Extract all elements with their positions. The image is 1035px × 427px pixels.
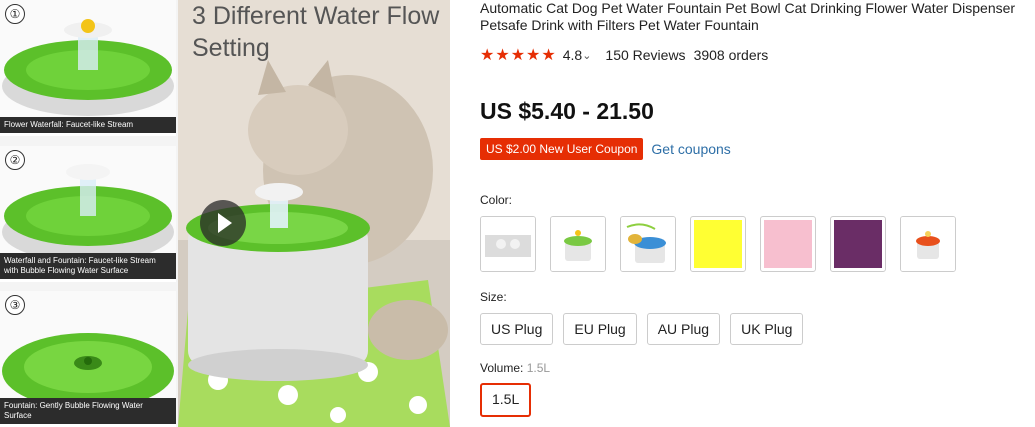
size-option-uk-plug[interactable]: UK Plug — [730, 313, 804, 345]
filter-accessory-image — [481, 217, 535, 271]
rating-row: ★★★★★ 4.8 ⌄ 150 Reviews 3908 orders — [480, 45, 768, 65]
volume-label: Volume: — [480, 361, 524, 375]
orange-fountain-image — [901, 217, 955, 271]
color-swatch-yellow[interactable] — [690, 216, 746, 272]
size-option-eu-plug[interactable]: EU Plug — [563, 313, 637, 345]
get-coupons-link[interactable]: Get coupons — [651, 141, 730, 157]
gallery-thumbnail-2[interactable]: ② Waterfall and Fountain: Faucet-like St… — [0, 146, 176, 282]
orders-count: 3908 orders — [693, 47, 769, 63]
volume-selected-value: 1.5L — [526, 361, 551, 375]
thumbnail-caption: Fountain: Gently Bubble Flowing Water Su… — [0, 398, 176, 424]
color-label: Color: — [480, 193, 513, 207]
main-product-image[interactable]: 3 Different Water Flow Setting — [178, 0, 450, 427]
thumbnail-number: ② — [5, 150, 25, 170]
fountain-image — [0, 0, 176, 133]
color-swatch-pink[interactable] — [760, 216, 816, 272]
thumbnail-number: ① — [5, 4, 25, 24]
thumbnail-strip: ① Flower Waterfall: Faucet-like Stream ② — [0, 0, 176, 427]
gallery-thumbnail-3[interactable]: ③ Fountain: Gently Bubble Flowing Water … — [0, 291, 176, 427]
volume-option-1-5l[interactable]: 1.5L — [480, 383, 532, 417]
play-video-button[interactable] — [200, 200, 246, 246]
volume-options: 1.5L — [480, 383, 541, 417]
star-rating-icon: ★★★★★ — [480, 47, 557, 64]
product-title: Automatic Cat Dog Pet Water Fountain Pet… — [480, 0, 1016, 33]
rating-value[interactable]: 4.8 — [563, 47, 582, 63]
size-label: Size: — [480, 290, 507, 304]
new-user-coupon-badge: US $2.00 New User Coupon — [480, 138, 644, 160]
product-info: Automatic Cat Dog Pet Water Fountain Pet… — [480, 0, 1032, 417]
color-swatches — [480, 216, 970, 272]
product-gallery: ① Flower Waterfall: Faucet-like Stream ② — [0, 0, 450, 427]
color-swatch-green-fountain[interactable] — [550, 216, 606, 272]
chevron-down-icon[interactable]: ⌄ — [582, 49, 591, 62]
blue-fountain-image — [621, 217, 675, 271]
coupon-row: US $2.00 New User Coupon Get coupons — [480, 138, 731, 160]
size-option-au-plug[interactable]: AU Plug — [646, 313, 721, 345]
color-swatch-purple[interactable] — [830, 216, 886, 272]
yellow-color-fill — [694, 220, 742, 268]
size-option-us-plug[interactable]: US Plug — [480, 313, 554, 345]
color-swatch-filter-accessory[interactable] — [480, 216, 536, 272]
thumbnail-number: ③ — [5, 295, 25, 315]
reviews-count[interactable]: 150 Reviews — [605, 47, 685, 63]
thumbnail-caption: Waterfall and Fountain: Faucet-like Stre… — [0, 253, 176, 279]
pink-color-fill — [764, 220, 812, 268]
green-fountain-image — [551, 217, 605, 271]
color-swatch-orange-fountain[interactable] — [900, 216, 956, 272]
size-options: US Plug EU Plug AU Plug UK Plug — [480, 313, 813, 345]
gallery-thumbnail-1[interactable]: ① Flower Waterfall: Faucet-like Stream — [0, 0, 176, 136]
purple-color-fill — [834, 220, 882, 268]
color-swatch-blue-fountain[interactable] — [620, 216, 676, 272]
thumbnail-caption: Flower Waterfall: Faucet-like Stream — [0, 117, 176, 133]
play-icon — [218, 213, 232, 233]
product-price: US $5.40 - 21.50 — [480, 98, 654, 124]
volume-label-row: Volume: 1.5L — [480, 361, 550, 375]
image-headline: 3 Different Water Flow Setting — [192, 2, 440, 62]
